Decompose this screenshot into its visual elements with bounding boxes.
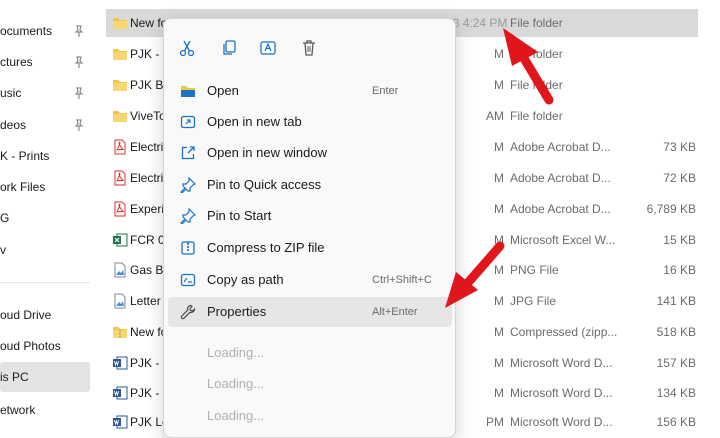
annotation-arrows <box>445 28 554 308</box>
arrow-to-new-folder <box>503 28 554 105</box>
arrow-to-properties <box>445 241 505 308</box>
